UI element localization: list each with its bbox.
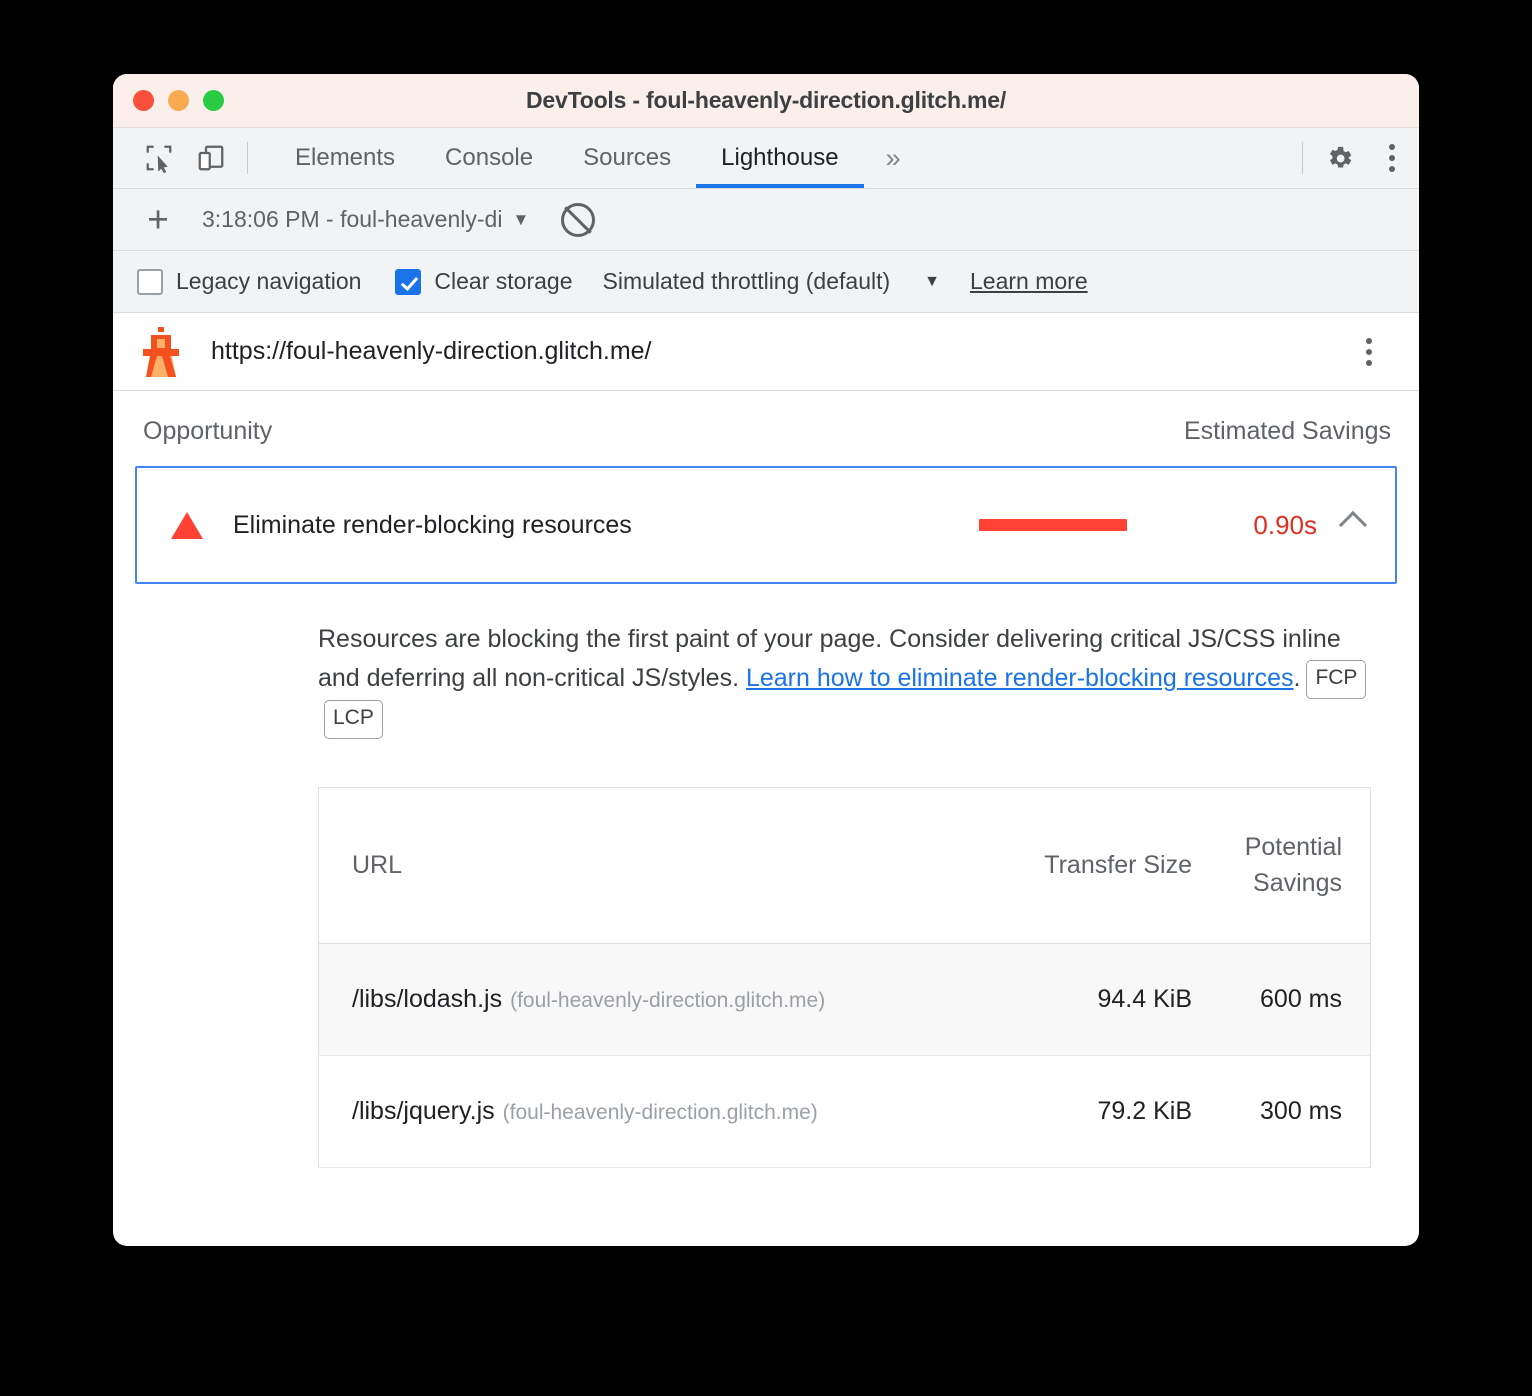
badge-fcp: FCP	[1306, 660, 1367, 699]
row-url: /libs/jquery.js (foul-heavenly-direction.…	[319, 1097, 1034, 1126]
legacy-navigation-label: Legacy navigation	[176, 268, 362, 294]
opportunity-title: Eliminate render-blocking resources	[233, 510, 632, 539]
warning-triangle-icon	[171, 511, 203, 539]
row-url-path: /libs/lodash.js	[352, 984, 503, 1013]
render-blocking-resources-table: URL Transfer Size Potential Savings /lib…	[318, 786, 1371, 1168]
savings-indicator: 0.90s	[979, 510, 1317, 541]
header-transfer-size: Transfer Size	[1044, 850, 1192, 879]
savings-value: 0.90s	[1253, 509, 1317, 540]
row-potential-savings: 600 ms	[1260, 984, 1342, 1013]
device-toolbar-icon[interactable]	[185, 128, 237, 188]
chevron-down-icon: ▼	[512, 209, 530, 229]
opportunities-column-headers: Opportunity Estimated Savings	[113, 391, 1419, 466]
clear-storage-option[interactable]: Clear storage	[395, 268, 573, 295]
tab-console[interactable]: Console	[420, 128, 558, 188]
tab-label: Console	[445, 144, 534, 171]
devtools-tabbar: Elements Console Sources Lighthouse »	[113, 128, 1419, 189]
row-transfer-size: 94.4 KiB	[1097, 984, 1192, 1013]
report-url-bar: https://foul-heavenly-direction.glitch.m…	[113, 313, 1419, 391]
more-vertical-icon[interactable]	[1365, 128, 1419, 188]
description-link[interactable]: Learn how to eliminate render-blocking r…	[746, 664, 1294, 692]
savings-bar	[979, 519, 1127, 531]
toolbar-divider	[247, 142, 248, 174]
header-url: URL	[352, 850, 403, 879]
report-more-vertical-icon[interactable]	[1349, 337, 1389, 366]
opportunity-row-render-blocking[interactable]: Eliminate render-blocking resources 0.90…	[135, 466, 1397, 584]
inspect-element-icon[interactable]	[133, 128, 185, 188]
lighthouse-report: Opportunity Estimated Savings Eliminate …	[113, 391, 1419, 1168]
new-report-button[interactable]: +	[135, 201, 181, 238]
row-url-origin: (foul-heavenly-direction.glitch.me)	[502, 1100, 818, 1124]
toolbar-divider-right	[1302, 142, 1303, 174]
tab-elements[interactable]: Elements	[270, 128, 420, 188]
tab-sources[interactable]: Sources	[558, 128, 696, 188]
row-url-path: /libs/jquery.js	[352, 1096, 495, 1125]
lighthouse-run-toolbar: + 3:18:06 PM - foul-heavenly-di ▼	[113, 189, 1419, 251]
lighthouse-icon	[143, 326, 179, 377]
row-potential-savings: 300 ms	[1260, 1096, 1342, 1125]
estimated-savings-column-header: Estimated Savings	[1183, 417, 1391, 445]
learn-more-link[interactable]: Learn more	[970, 268, 1088, 295]
lighthouse-options-row: Legacy navigation Clear storage Simulate…	[113, 251, 1419, 313]
tab-label: Lighthouse	[721, 144, 839, 171]
tabs-overflow-icon[interactable]: »	[864, 128, 923, 188]
throttling-label[interactable]: Simulated throttling (default)	[603, 268, 891, 295]
tab-label: Elements	[295, 144, 396, 171]
report-url: https://foul-heavenly-direction.glitch.m…	[211, 337, 652, 365]
panel-tabs: Elements Console Sources Lighthouse »	[270, 128, 923, 188]
badge-lcp: LCP	[324, 699, 383, 739]
tab-label: Sources	[583, 144, 672, 171]
opportunity-column-header: Opportunity	[143, 417, 273, 445]
table-header-row: URL Transfer Size Potential Savings	[319, 788, 1370, 944]
tabbar-actions	[1292, 128, 1419, 188]
row-url-origin: (foul-heavenly-direction.glitch.me)	[510, 988, 826, 1012]
window-titlebar: DevTools - foul-heavenly-direction.glitc…	[113, 74, 1419, 128]
report-selector-label: 3:18:06 PM - foul-heavenly-di	[202, 206, 503, 232]
header-potential-savings: Potential Savings	[1244, 832, 1342, 897]
table-row[interactable]: /libs/lodash.js (foul-heavenly-direction.…	[319, 943, 1370, 1056]
no-entry-icon[interactable]	[561, 202, 596, 237]
opportunity-description: Resources are blocking the first paint o…	[318, 620, 1379, 739]
clear-storage-checkbox[interactable]	[395, 268, 422, 295]
legacy-navigation-checkbox[interactable]	[137, 268, 163, 295]
window-title: DevTools - foul-heavenly-direction.glitc…	[525, 87, 1007, 113]
table-row[interactable]: /libs/jquery.js (foul-heavenly-direction.…	[319, 1056, 1370, 1168]
clear-storage-label: Clear storage	[434, 268, 573, 294]
gear-icon[interactable]	[1313, 128, 1365, 188]
row-url: /libs/lodash.js (foul-heavenly-direction.…	[319, 985, 1034, 1014]
throttling-chevron-down-icon[interactable]: ▼	[924, 273, 940, 291]
report-selector[interactable]: 3:18:06 PM - foul-heavenly-di ▼	[202, 206, 529, 233]
row-transfer-size: 79.2 KiB	[1097, 1096, 1192, 1125]
description-text-after: .	[1293, 664, 1301, 692]
legacy-navigation-option[interactable]: Legacy navigation	[137, 268, 361, 295]
devtools-window: DevTools - foul-heavenly-direction.glitc…	[113, 74, 1419, 1246]
tab-lighthouse[interactable]: Lighthouse	[696, 128, 865, 188]
chevron-up-icon[interactable]	[1338, 510, 1368, 540]
